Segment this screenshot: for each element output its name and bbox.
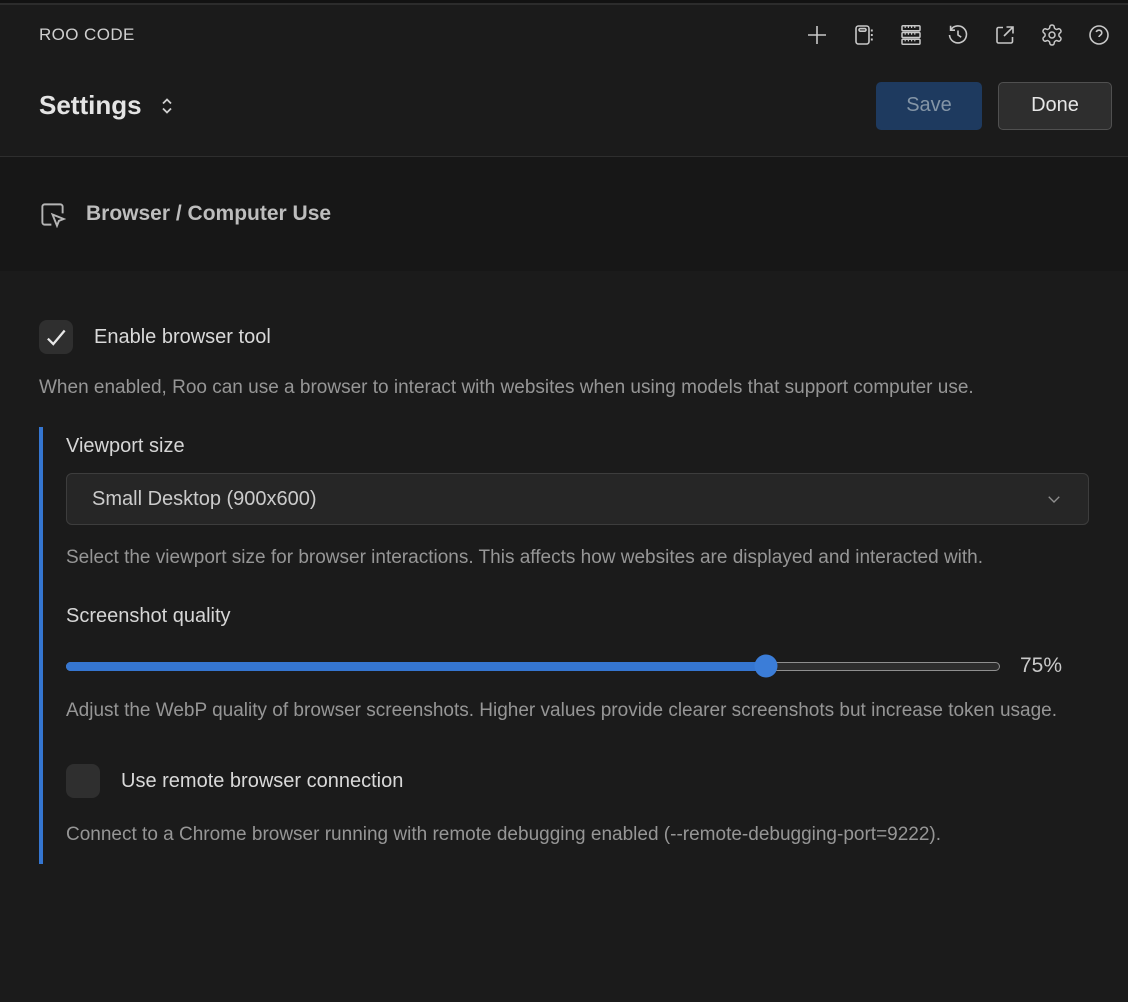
titlebar-icons xyxy=(804,22,1112,48)
screenshot-quality-description: Adjust the WebP quality of browser scree… xyxy=(66,694,1076,728)
remote-browser-row: Use remote browser connection xyxy=(66,764,1089,798)
enable-browser-tool-description: When enabled, Roo can use a browser to i… xyxy=(39,371,1049,405)
titlebar: ROO CODE xyxy=(0,5,1128,65)
screenshot-quality-label: Screenshot quality xyxy=(66,605,1089,628)
screenshot-quality-slider-row: 75% xyxy=(66,654,1089,678)
viewport-size-select[interactable]: Small Desktop (900x600) xyxy=(66,473,1089,525)
section-header: Browser / Computer Use xyxy=(0,157,1128,271)
settings-title-wrap[interactable]: Settings xyxy=(39,90,177,121)
screenshot-quality-value: 75% xyxy=(1020,654,1062,678)
settings-content: Enable browser tool When enabled, Roo ca… xyxy=(0,271,1128,864)
page-title: Settings xyxy=(39,90,142,121)
plus-icon[interactable] xyxy=(804,22,830,48)
square-mouse-pointer-icon xyxy=(39,201,66,228)
history-icon[interactable] xyxy=(945,22,971,48)
viewport-size-label: Viewport size xyxy=(66,435,1089,458)
app-title: ROO CODE xyxy=(39,25,135,45)
screenshot-quality-slider-fill xyxy=(66,662,767,671)
screenshot-quality-slider[interactable] xyxy=(66,662,1000,671)
enable-browser-tool-checkbox[interactable] xyxy=(39,320,73,354)
done-button[interactable]: Done xyxy=(998,82,1112,130)
enable-browser-tool-label: Enable browser tool xyxy=(94,326,271,349)
enable-browser-tool-row: Enable browser tool xyxy=(39,320,1089,354)
chevron-down-icon xyxy=(1045,490,1063,508)
topbar: ROO CODE xyxy=(0,5,1128,157)
settings-header: Settings Save Done xyxy=(0,65,1128,156)
prompts-icon[interactable] xyxy=(851,22,877,48)
chevron-updown-icon[interactable] xyxy=(157,94,177,118)
screenshot-quality-slider-thumb[interactable] xyxy=(755,655,778,678)
mcp-servers-icon[interactable] xyxy=(898,22,924,48)
header-buttons: Save Done xyxy=(876,82,1112,130)
remote-browser-label: Use remote browser connection xyxy=(121,770,403,793)
viewport-size-value: Small Desktop (900x600) xyxy=(92,488,317,511)
save-button[interactable]: Save xyxy=(876,82,982,130)
help-icon[interactable] xyxy=(1086,22,1112,48)
settings-gear-icon[interactable] xyxy=(1039,22,1065,48)
section-title: Browser / Computer Use xyxy=(86,202,331,226)
browser-settings-group: Viewport size Small Desktop (900x600) Se… xyxy=(39,427,1089,864)
viewport-size-description: Select the viewport size for browser int… xyxy=(66,541,1076,575)
remote-browser-checkbox[interactable] xyxy=(66,764,100,798)
remote-browser-description: Connect to a Chrome browser running with… xyxy=(66,818,1076,852)
open-external-icon[interactable] xyxy=(992,22,1018,48)
